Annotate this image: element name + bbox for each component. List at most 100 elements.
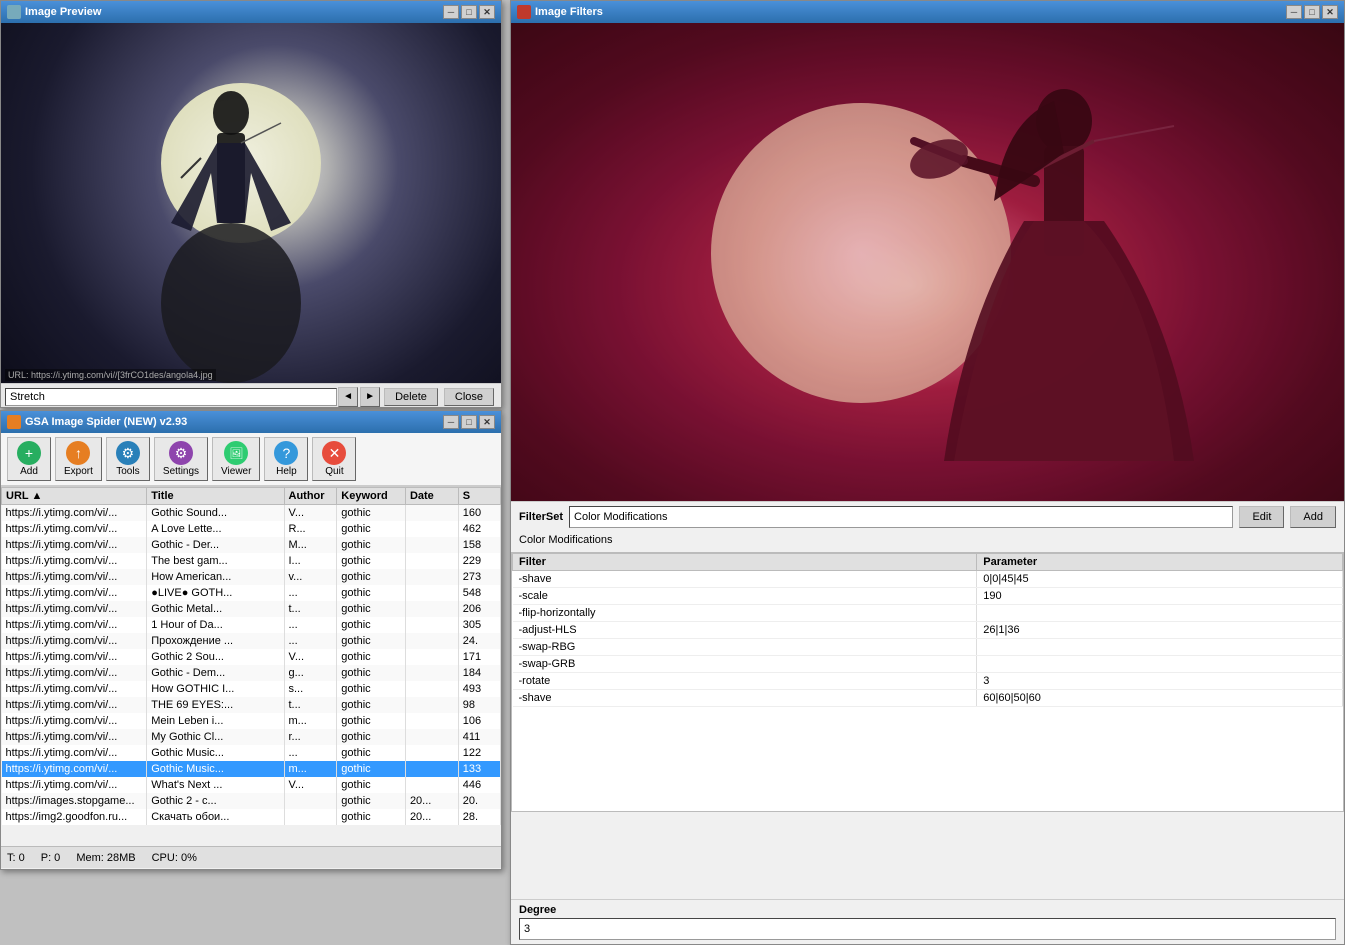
s-cell: 446 [458, 777, 500, 793]
col-url-header[interactable]: URL ▲ [2, 488, 147, 505]
keyword-cell: gothic [337, 665, 406, 681]
title-cell: A Love Lette... [147, 521, 284, 537]
help-button[interactable]: ? Help [264, 437, 308, 481]
settings-button[interactable]: ⚙ Settings [154, 437, 208, 481]
table-row[interactable]: https://i.ytimg.com/vi/...My Gothic Cl..… [2, 729, 501, 745]
preview-minimize-btn[interactable]: ─ [443, 5, 459, 19]
table-row[interactable]: https://i.ytimg.com/vi/...●LIVE● GOTH...… [2, 585, 501, 601]
filters-minimize-btn[interactable]: ─ [1286, 5, 1302, 19]
title-cell: Gothic Metal... [147, 601, 284, 617]
gsa-maximize-btn[interactable]: □ [461, 415, 477, 429]
filters-maximize-btn[interactable]: □ [1304, 5, 1320, 19]
close-preview-btn[interactable]: Close [444, 388, 494, 406]
url-cell: https://i.ytimg.com/vi/... [2, 777, 147, 793]
col-title-header[interactable]: Title [147, 488, 284, 505]
add-filter-button[interactable]: Add [1290, 506, 1336, 528]
image-filters-window: Image Filters ─ □ ✕ [510, 0, 1345, 945]
table-row[interactable]: https://i.ytimg.com/vi/...Gothic - Dem..… [2, 665, 501, 681]
url-cell: https://i.ytimg.com/vi/... [2, 729, 147, 745]
author-cell [284, 809, 337, 825]
date-cell [405, 537, 458, 553]
col-keyword-header[interactable]: Keyword [337, 488, 406, 505]
keyword-cell: gothic [337, 809, 406, 825]
col-author-header[interactable]: Author [284, 488, 337, 505]
table-row[interactable]: https://i.ytimg.com/vi/...How GOTHIC I..… [2, 681, 501, 697]
title-cell: Gothic - Dem... [147, 665, 284, 681]
filter-list-item[interactable]: -shave60|60|50|60 [513, 690, 1343, 707]
filter-name-cell: -adjust-HLS [513, 622, 977, 639]
filter-name-cell: -rotate [513, 673, 977, 690]
s-cell: 20. [458, 793, 500, 809]
s-cell: 229 [458, 553, 500, 569]
table-row[interactable]: https://i.ytimg.com/vi/...1 Hour of Da..… [2, 617, 501, 633]
s-cell: 158 [458, 537, 500, 553]
table-row[interactable]: https://i.ytimg.com/vi/...Gothic Music..… [2, 745, 501, 761]
filter-name-cell: -shave [513, 571, 977, 588]
author-cell [284, 793, 337, 809]
gsa-close-btn[interactable]: ✕ [479, 415, 495, 429]
col-s-header[interactable]: S [458, 488, 500, 505]
table-row[interactable]: https://i.ytimg.com/vi/...A Love Lette..… [2, 521, 501, 537]
preview-maximize-btn[interactable]: □ [461, 5, 477, 19]
preview-window-title: Image Preview [25, 6, 101, 18]
filters-close-btn[interactable]: ✕ [1322, 5, 1338, 19]
s-cell: 411 [458, 729, 500, 745]
tools-button[interactable]: ⚙ Tools [106, 437, 150, 481]
preview-gothic-image: URL: https://i.ytimg.com/vi//[3frCO1des/… [1, 23, 501, 383]
s-cell: 28. [458, 809, 500, 825]
keyword-cell: gothic [337, 505, 406, 522]
keyword-cell: gothic [337, 633, 406, 649]
quit-label: Quit [325, 466, 343, 477]
filter-list-area: Filter Parameter -shave0|0|45|45-scale19… [511, 552, 1344, 812]
url-cell: https://images.stopgame... [2, 793, 147, 809]
table-row[interactable]: https://img2.goodfon.ru...Скачать обои..… [2, 809, 501, 825]
degree-input[interactable] [519, 918, 1336, 940]
table-row[interactable]: https://i.ytimg.com/vi/...Gothic Sound..… [2, 505, 501, 522]
s-cell: 98 [458, 697, 500, 713]
table-row[interactable]: https://i.ytimg.com/vi/...How American..… [2, 569, 501, 585]
filter-list-item[interactable]: -scale190 [513, 588, 1343, 605]
table-row[interactable]: https://i.ytimg.com/vi/...Gothic Music..… [2, 761, 501, 777]
col-date-header[interactable]: Date [405, 488, 458, 505]
filter-name-cell: -swap-GRB [513, 656, 977, 673]
table-row[interactable]: https://i.ytimg.com/vi/...Gothic 2 Sou..… [2, 649, 501, 665]
filters-title-bar: Image Filters ─ □ ✕ [511, 1, 1344, 23]
table-row[interactable]: https://i.ytimg.com/vi/...Gothic - Der..… [2, 537, 501, 553]
filter-list-item[interactable]: -swap-GRB [513, 656, 1343, 673]
help-icon: ? [274, 441, 298, 465]
date-cell [405, 665, 458, 681]
nav-prev-btn[interactable]: ◄ [338, 387, 358, 407]
title-cell: Скачать обои... [147, 809, 284, 825]
viewer-button[interactable]: 🖼 Viewer [212, 437, 260, 481]
filter-list-item[interactable]: -flip-horizontally [513, 605, 1343, 622]
add-button[interactable]: + Add [7, 437, 51, 481]
delete-btn[interactable]: Delete [384, 388, 438, 406]
filter-list-item[interactable]: -adjust-HLS26|1|36 [513, 622, 1343, 639]
quit-icon: ✕ [322, 441, 346, 465]
edit-button[interactable]: Edit [1239, 506, 1284, 528]
table-row[interactable]: https://i.ytimg.com/vi/...The best gam..… [2, 553, 501, 569]
date-cell [405, 729, 458, 745]
nav-next-btn[interactable]: ► [360, 387, 380, 407]
filter-list-item[interactable]: -shave0|0|45|45 [513, 571, 1343, 588]
table-row[interactable]: https://i.ytimg.com/vi/...Прохождение ..… [2, 633, 501, 649]
quit-button[interactable]: ✕ Quit [312, 437, 356, 481]
filter-list-item[interactable]: -rotate3 [513, 673, 1343, 690]
filter-param-cell: 26|1|36 [977, 622, 1343, 639]
param-col-header: Parameter [977, 554, 1343, 571]
export-button[interactable]: ↑ Export [55, 437, 102, 481]
s-cell: 493 [458, 681, 500, 697]
table-row[interactable]: https://i.ytimg.com/vi/...THE 69 EYES:..… [2, 697, 501, 713]
table-row[interactable]: https://i.ytimg.com/vi/...What's Next ..… [2, 777, 501, 793]
filter-list-item[interactable]: -swap-RBG [513, 639, 1343, 656]
title-cell: Gothic 2 Sou... [147, 649, 284, 665]
gsa-minimize-btn[interactable]: ─ [443, 415, 459, 429]
filterset-combo[interactable] [569, 506, 1233, 528]
filter-param-cell [977, 605, 1343, 622]
s-cell: 548 [458, 585, 500, 601]
table-row[interactable]: https://i.ytimg.com/vi/...Mein Leben i..… [2, 713, 501, 729]
table-row[interactable]: https://i.ytimg.com/vi/...Gothic Metal..… [2, 601, 501, 617]
date-cell [405, 601, 458, 617]
preview-close-btn[interactable]: ✕ [479, 5, 495, 19]
table-row[interactable]: https://images.stopgame...Gothic 2 - c..… [2, 793, 501, 809]
